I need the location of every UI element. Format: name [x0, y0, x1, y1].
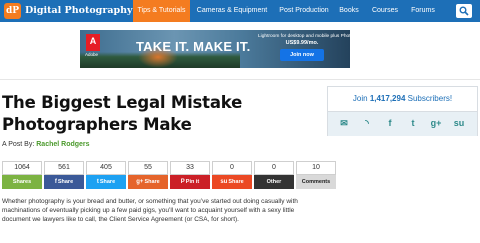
top-navigation-bar: dP Digital Photography School Tips & Tut… — [0, 0, 480, 22]
other-share-count: 0 — [254, 161, 294, 175]
stumbleupon-share-cell: 0 suShare — [212, 161, 252, 189]
facebook-share-cell: 561 fShare — [44, 161, 84, 189]
nav-books[interactable]: Books — [336, 0, 362, 22]
article-body: Whether photography is your bread and bu… — [2, 198, 298, 223]
adobe-logo: A — [86, 34, 100, 51]
facebook-share-button[interactable]: fShare — [44, 175, 84, 189]
nav-tips-tutorials[interactable]: Tips & Tutorials — [133, 0, 190, 22]
twitter-share-icon: t — [96, 179, 99, 185]
twitter-share-button[interactable]: tShare — [86, 175, 126, 189]
twitter-share-cell: 405 tShare — [86, 161, 126, 189]
logo-letters: dP — [5, 6, 20, 16]
other-share-button[interactable]: Other — [254, 175, 294, 189]
pinterest-pin-label: Pin it — [185, 179, 200, 185]
facebook-share-icon: f — [54, 179, 57, 185]
search-icon — [459, 6, 469, 16]
nav-forums[interactable]: Forums — [408, 0, 438, 22]
nav-post-production[interactable]: Post Production — [275, 0, 333, 22]
search-button[interactable] — [456, 4, 472, 18]
pinterest-pin-count: 33 — [170, 161, 210, 175]
author-link[interactable]: Rachel Rodgers — [36, 141, 89, 148]
email-icon[interactable]: ✉ — [338, 117, 350, 129]
google-plus-share-icon: g+ — [136, 179, 144, 185]
twitter-share-count: 405 — [86, 161, 126, 175]
total-shares-button[interactable]: Shares — [2, 175, 42, 189]
adobe-ad-banner[interactable]: A Adobe TAKE IT. MAKE IT. Lightroom for … — [80, 30, 350, 68]
ad-price: US$9.99/mo. — [285, 40, 319, 46]
nav-courses[interactable]: Courses — [369, 0, 401, 22]
stumbleupon-icon[interactable]: su — [453, 117, 465, 129]
other-share-cell: 0 Other — [254, 161, 294, 189]
pinterest-pin-cell: 33 PPin it — [170, 161, 210, 189]
nav-cameras-equipment[interactable]: Cameras & Equipment — [193, 0, 271, 22]
google-plus-share-count: 55 — [128, 161, 168, 175]
ad-join-now-button[interactable]: Join now — [280, 49, 324, 61]
total-shares-label: Shares — [12, 179, 32, 185]
stumbleupon-share-icon: su — [220, 179, 228, 185]
stumbleupon-share-label: Share — [228, 179, 244, 185]
header-divider — [0, 79, 480, 80]
social-follow-icons: ✉ ◝ f t g+ su — [328, 111, 477, 136]
subscribe-heading: Join 1,417,294 Subscribers! — [352, 94, 453, 103]
google-plus-icon[interactable]: g+ — [430, 117, 442, 129]
pinterest-pin-button[interactable]: PPin it — [170, 175, 210, 189]
comments-count: 10 — [296, 161, 336, 175]
byline: A Post By: Rachel Rodgers — [2, 141, 90, 148]
rss-icon[interactable]: ◝ — [361, 117, 373, 129]
stumbleupon-share-button[interactable]: suShare — [212, 175, 252, 189]
other-share-label: Other — [266, 179, 282, 185]
facebook-icon[interactable]: f — [384, 117, 396, 129]
adobe-wordmark: Adobe — [85, 52, 99, 57]
site-logo[interactable]: dP — [4, 3, 21, 19]
google-plus-share-cell: 55 g+Share — [128, 161, 168, 189]
stumbleupon-share-count: 0 — [212, 161, 252, 175]
google-plus-share-label: Share — [144, 179, 160, 185]
ad-headline: TAKE IT. MAKE IT. — [136, 39, 251, 54]
pinterest-pin-icon: P — [180, 179, 185, 185]
article-title: The Biggest Legal Mistake Photographers … — [2, 93, 243, 134]
subscribe-box: Join 1,417,294 Subscribers! ✉ ◝ f t g+ su — [327, 86, 478, 136]
total-shares-count: 1064 — [2, 161, 42, 175]
facebook-share-label: Share — [57, 179, 74, 185]
byline-prefix: A Post By: — [2, 141, 37, 148]
comments-label: Comments — [301, 179, 331, 185]
comments-cell: 10 Comments — [296, 161, 336, 189]
subscriber-count: 1,417,294 — [369, 94, 406, 103]
facebook-share-count: 561 — [44, 161, 84, 175]
twitter-share-label: Share — [99, 179, 116, 185]
twitter-icon[interactable]: t — [407, 117, 419, 129]
comments-button[interactable]: Comments — [296, 175, 336, 189]
total-shares-cell: 1064 Shares — [2, 161, 42, 189]
google-plus-share-button[interactable]: g+Share — [128, 175, 168, 189]
